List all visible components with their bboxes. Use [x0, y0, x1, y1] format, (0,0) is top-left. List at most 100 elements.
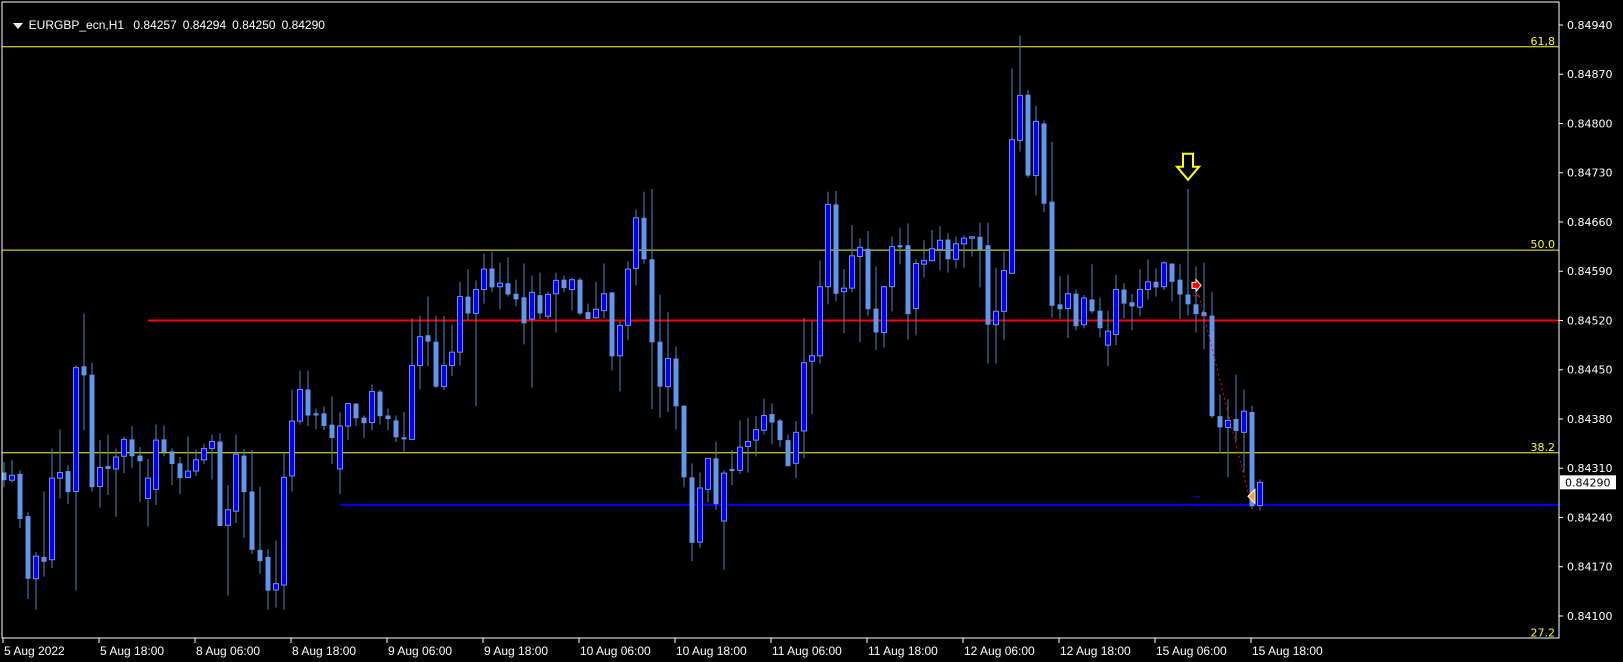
- y-axis-label: 0.84940: [1567, 19, 1613, 32]
- bear-candle-body: [561, 279, 567, 289]
- bear-candle-body: [713, 458, 719, 505]
- candle: [1257, 479, 1263, 511]
- bear-candle-body: [65, 471, 71, 493]
- bull-candle-body: [857, 246, 863, 257]
- open-value: 0.84257: [133, 18, 177, 32]
- chart-header: EURGBP_ecn,H1 0.84257 0.84294 0.84250 0.842…: [6, 4, 331, 32]
- x-axis-label: 10 Aug 18:00: [676, 644, 747, 658]
- bear-candle-body: [681, 405, 687, 478]
- y-axis-label: 0.84310: [1567, 462, 1613, 475]
- bull-candle-body: [449, 351, 455, 367]
- bear-candle-body: [321, 413, 327, 427]
- bull-candle-body: [929, 248, 935, 262]
- bull-candle-body: [529, 291, 535, 320]
- bear-candle-body: [1129, 302, 1135, 307]
- bear-candle-body: [641, 217, 647, 260]
- bear-candle-body: [649, 259, 655, 343]
- bull-candle-body: [793, 431, 799, 464]
- x-axis-label: 11 Aug 18:00: [868, 644, 938, 658]
- bear-candle-body: [1097, 310, 1103, 329]
- bull-candle-body: [1161, 262, 1167, 288]
- current-price-label: 0.84290: [1565, 476, 1611, 489]
- y-axis-label: 0.84590: [1567, 265, 1613, 278]
- bull-candle-body: [1145, 281, 1151, 291]
- bear-candle-body: [377, 391, 383, 417]
- bull-candle-body: [289, 420, 295, 477]
- bull-candle-body: [121, 438, 127, 457]
- bull-candle-body: [569, 279, 575, 291]
- x-axis-label: 15 Aug 06:00: [1156, 644, 1227, 658]
- bear-candle-body: [433, 341, 439, 387]
- bear-candle-body: [465, 296, 471, 314]
- bear-candle-body: [945, 239, 951, 260]
- bull-candle-body: [545, 293, 551, 317]
- bull-candle-body: [1065, 293, 1071, 310]
- bull-candle-body: [937, 239, 943, 250]
- bear-candle-body: [41, 556, 47, 562]
- candle: [217, 433, 223, 526]
- bull-candle-body: [601, 293, 607, 312]
- bear-candle-body: [521, 297, 527, 324]
- bull-candle-body: [201, 448, 207, 461]
- x-axis-label: 10 Aug 06:00: [580, 644, 651, 658]
- x-axis-label: 9 Aug 18:00: [484, 644, 548, 658]
- bear-candle-body: [1057, 304, 1063, 310]
- y-axis-label: 0.84240: [1567, 511, 1613, 524]
- bull-candle-body: [753, 429, 759, 441]
- bull-candle-body: [889, 246, 895, 288]
- y-axis-label: 0.84100: [1567, 610, 1613, 623]
- y-axis-label: 0.84520: [1567, 314, 1613, 327]
- bull-candle-body: [881, 286, 887, 333]
- bull-candle-body: [1137, 289, 1143, 308]
- bear-candle-body: [537, 295, 543, 314]
- price-chart[interactable]: 61,850.038.227.2 0.849400.848700.848000.…: [0, 0, 1623, 662]
- bull-candle-body: [113, 456, 119, 470]
- bear-candle-body: [489, 268, 495, 288]
- candle: [577, 277, 583, 316]
- fib-level-label: 50.0: [1531, 238, 1556, 251]
- bear-candle-body: [393, 420, 399, 438]
- dropdown-triangle-icon[interactable]: [12, 22, 23, 29]
- bull-candle-body: [233, 453, 239, 512]
- x-axis-label: 8 Aug 06:00: [196, 644, 260, 658]
- bear-candle-body: [169, 451, 175, 465]
- candle: [1161, 260, 1167, 291]
- bear-candle-body: [1169, 263, 1175, 282]
- y-axis-label: 0.84730: [1567, 167, 1613, 180]
- bear-candle-body: [217, 441, 223, 526]
- y-axis-label: 0.84450: [1567, 364, 1613, 377]
- bear-candle-body: [353, 403, 359, 419]
- candle: [681, 405, 687, 488]
- bear-candle-body: [673, 358, 679, 407]
- fib-level-label: 61,8: [1531, 35, 1556, 48]
- candle: [1081, 295, 1087, 329]
- bear-candle-body: [897, 245, 903, 248]
- symbol-label: EURGBP_ecn,H1: [28, 18, 125, 32]
- bull-candle-body: [953, 243, 959, 260]
- bear-candle-body: [401, 437, 407, 440]
- bear-candle-body: [177, 463, 183, 479]
- bear-candle-body: [777, 420, 783, 441]
- bull-candle-body: [633, 217, 639, 269]
- bear-candle-body: [89, 374, 95, 488]
- bear-candle-body: [985, 245, 991, 325]
- bull-candle-body: [553, 279, 559, 295]
- bull-candle-body: [737, 446, 743, 471]
- bull-candle-body: [825, 203, 831, 288]
- y-axis-label: 0.84380: [1567, 413, 1613, 426]
- x-axis-label: 5 Aug 18:00: [100, 644, 164, 658]
- y-axis-label: 0.84800: [1567, 117, 1613, 130]
- x-axis-label: 12 Aug 18:00: [1060, 644, 1131, 658]
- bull-candle-body: [9, 474, 15, 481]
- close-value: 0.84290: [281, 18, 325, 32]
- candle: [89, 362, 95, 492]
- bull-candle-body: [993, 310, 999, 326]
- bear-candle-body: [513, 293, 519, 300]
- bull-candle-body: [497, 282, 503, 288]
- bull-candle-body: [97, 467, 103, 488]
- bull-candle-body: [1081, 297, 1087, 326]
- bear-candle-body: [689, 477, 695, 543]
- bull-candle-body: [209, 441, 215, 450]
- bull-candle-body: [153, 439, 159, 490]
- bull-candle-body: [1033, 120, 1039, 177]
